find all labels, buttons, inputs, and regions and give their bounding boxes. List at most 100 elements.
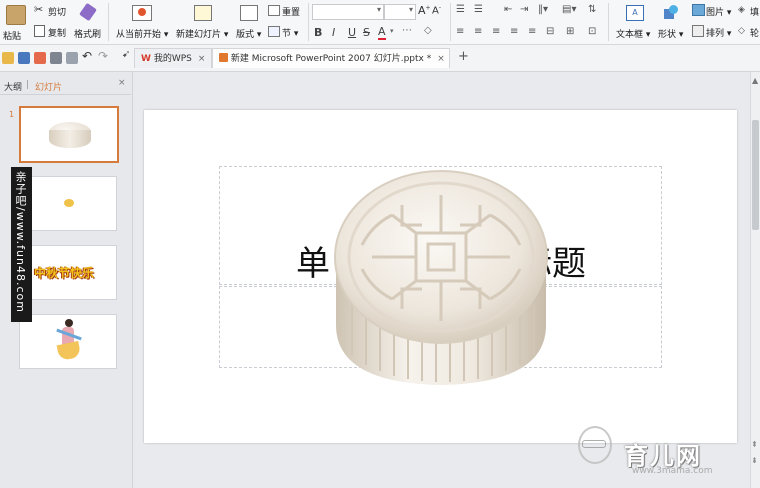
arrange-icon <box>692 25 704 37</box>
align-center-icon[interactable]: ≡ <box>474 26 482 37</box>
panel-tab-underline <box>0 94 131 95</box>
slide-thumbnail-3[interactable]: 中秋节快乐 <box>19 245 117 300</box>
open-folder-icon[interactable] <box>2 52 14 64</box>
distribute-icon[interactable]: ≡ <box>528 26 536 37</box>
from-current-text: 从当前开始 <box>116 30 162 40</box>
chevron-down-icon[interactable]: ▾ <box>390 27 394 35</box>
vertical-scrollbar[interactable]: ▲ ⇞ ⇟ <box>750 72 760 488</box>
section-label: 节 ▾ <box>282 29 299 39</box>
tab-outline[interactable]: 大纲 <box>4 80 22 93</box>
bullets-icon[interactable]: ☰ <box>456 4 465 15</box>
scroll-thumb[interactable] <box>752 120 759 230</box>
align-left-icon[interactable]: ≡ <box>456 26 464 37</box>
decrease-indent-icon[interactable]: ⇤ <box>504 4 512 15</box>
divider <box>608 3 609 41</box>
new-slide-text: 新建幻灯片 <box>176 30 222 40</box>
text-highlight-icon[interactable]: ◇ <box>424 25 432 36</box>
fill-icon: ◈ <box>738 5 745 15</box>
slide-number: 1 <box>9 110 15 119</box>
font-name-select[interactable]: ▾ <box>312 4 384 20</box>
customize-arrow-icon[interactable]: ➹ <box>122 49 130 60</box>
convert-icon[interactable]: ⊡ <box>588 26 596 37</box>
shape-text: 形状 <box>658 30 677 40</box>
clipboard-icon <box>6 5 26 25</box>
section-button[interactable]: 节 ▾ <box>268 24 308 40</box>
font-color-button[interactable]: A <box>378 25 386 40</box>
outline-icon: ◇ <box>738 26 745 36</box>
new-tab-button[interactable]: + <box>458 49 469 64</box>
fill-label: 填 <box>750 8 760 18</box>
slide-thumbnail-2[interactable] <box>19 176 117 231</box>
close-icon[interactable]: × <box>198 54 206 64</box>
paste-button[interactable]: 粘贴 <box>2 3 28 42</box>
export-pdf-icon[interactable] <box>34 52 46 64</box>
picture-button[interactable]: 图片 ▾ <box>692 3 736 19</box>
slide-thumbnail-4[interactable] <box>19 314 117 369</box>
textbox-button[interactable]: A 文本框 ▾ <box>614 3 654 41</box>
scroll-up-icon[interactable]: ▲ <box>752 76 758 85</box>
divider <box>308 3 309 41</box>
flower-thumbnail-image <box>64 199 74 207</box>
redo-icon[interactable]: ↷ <box>98 49 108 63</box>
reset-button[interactable]: 重置 <box>268 3 308 19</box>
smartart-icon[interactable]: ⊞ <box>566 26 574 37</box>
numbering-icon[interactable]: ☰ <box>474 4 483 15</box>
presentation-file-icon <box>219 53 228 62</box>
textbox-text: 文本框 <box>616 30 644 40</box>
format-painter-button[interactable]: 格式刷 <box>72 2 104 41</box>
divider <box>108 3 109 41</box>
fill-button[interactable]: ◈ 填 <box>738 3 760 19</box>
divider <box>450 3 451 41</box>
tab-document[interactable]: 新建 Microsoft PowerPoint 2007 幻灯片.pptx * × <box>212 48 450 68</box>
chang-e-thumbnail-image <box>56 319 82 365</box>
print-icon[interactable] <box>50 52 62 64</box>
strikethrough-button[interactable]: S <box>363 26 370 39</box>
new-slide-icon <box>194 5 212 21</box>
wps-logo-icon: W <box>141 54 151 64</box>
new-slide-button[interactable]: 新建幻灯片 ▾ <box>174 3 232 41</box>
arrange-button[interactable]: 排列 ▾ <box>692 24 736 40</box>
from-current-label: 从当前开始 ▾ <box>116 30 169 40</box>
cut-label: 剪切 <box>48 8 67 18</box>
underline-button[interactable]: U <box>348 26 356 39</box>
italic-button[interactable]: I <box>332 26 335 39</box>
play-from-current-button[interactable]: 从当前开始 ▾ <box>114 3 168 41</box>
undo-icon[interactable]: ↶ <box>82 49 92 63</box>
outline-button[interactable]: ◇ 轮 <box>738 24 760 40</box>
mooncake-graphic <box>334 170 548 385</box>
mooncake-image[interactable] <box>332 165 550 387</box>
text-direction-icon[interactable]: ⇅ <box>588 4 596 15</box>
line-spacing-icon[interactable]: ‖▾ <box>538 4 548 15</box>
align-text-icon[interactable]: ⊟ <box>546 26 554 37</box>
shape-button[interactable]: 形状 ▾ <box>656 3 690 41</box>
text-effect-icon[interactable]: ⋯ <box>402 25 412 36</box>
increase-indent-icon[interactable]: ⇥ <box>520 4 528 15</box>
bold-button[interactable]: B <box>314 26 322 39</box>
panel-close-icon[interactable]: × <box>118 78 126 88</box>
next-slide-icon[interactable]: ⇟ <box>751 456 758 465</box>
left-watermark-banner: 亲子吧/www.fun48.com <box>11 167 32 322</box>
slide-thumbnail-1[interactable] <box>19 106 119 163</box>
columns-icon[interactable]: ▤▾ <box>562 4 576 15</box>
title-text-left: 单 <box>296 244 330 284</box>
close-icon[interactable]: × <box>437 54 445 64</box>
picture-text: 图片 <box>706 8 725 18</box>
justify-icon[interactable]: ≡ <box>510 26 518 37</box>
shrink-font-icon[interactable]: A- <box>432 4 441 16</box>
tab-my-wps[interactable]: W 我的WPS × <box>134 48 212 68</box>
tab-slides[interactable]: 幻灯片 <box>35 80 62 93</box>
align-right-icon[interactable]: ≡ <box>492 26 500 37</box>
save-icon[interactable] <box>18 52 30 64</box>
format-painter-label: 格式刷 <box>74 30 102 40</box>
prev-slide-icon[interactable]: ⇞ <box>751 440 758 449</box>
copy-button[interactable]: 复制 <box>34 24 74 40</box>
font-size-select[interactable]: ▾ <box>384 4 416 20</box>
reset-icon <box>268 5 280 16</box>
print-preview-icon[interactable] <box>66 52 78 64</box>
grow-font-icon[interactable]: A+ <box>418 4 431 17</box>
chevron-down-icon: ▾ <box>408 5 413 14</box>
cut-button[interactable]: ✂ 剪切 <box>34 3 74 19</box>
layout-button[interactable]: 版式 ▾ <box>234 3 264 41</box>
reset-label: 重置 <box>282 8 301 18</box>
paste-label: 粘贴 <box>3 32 22 42</box>
